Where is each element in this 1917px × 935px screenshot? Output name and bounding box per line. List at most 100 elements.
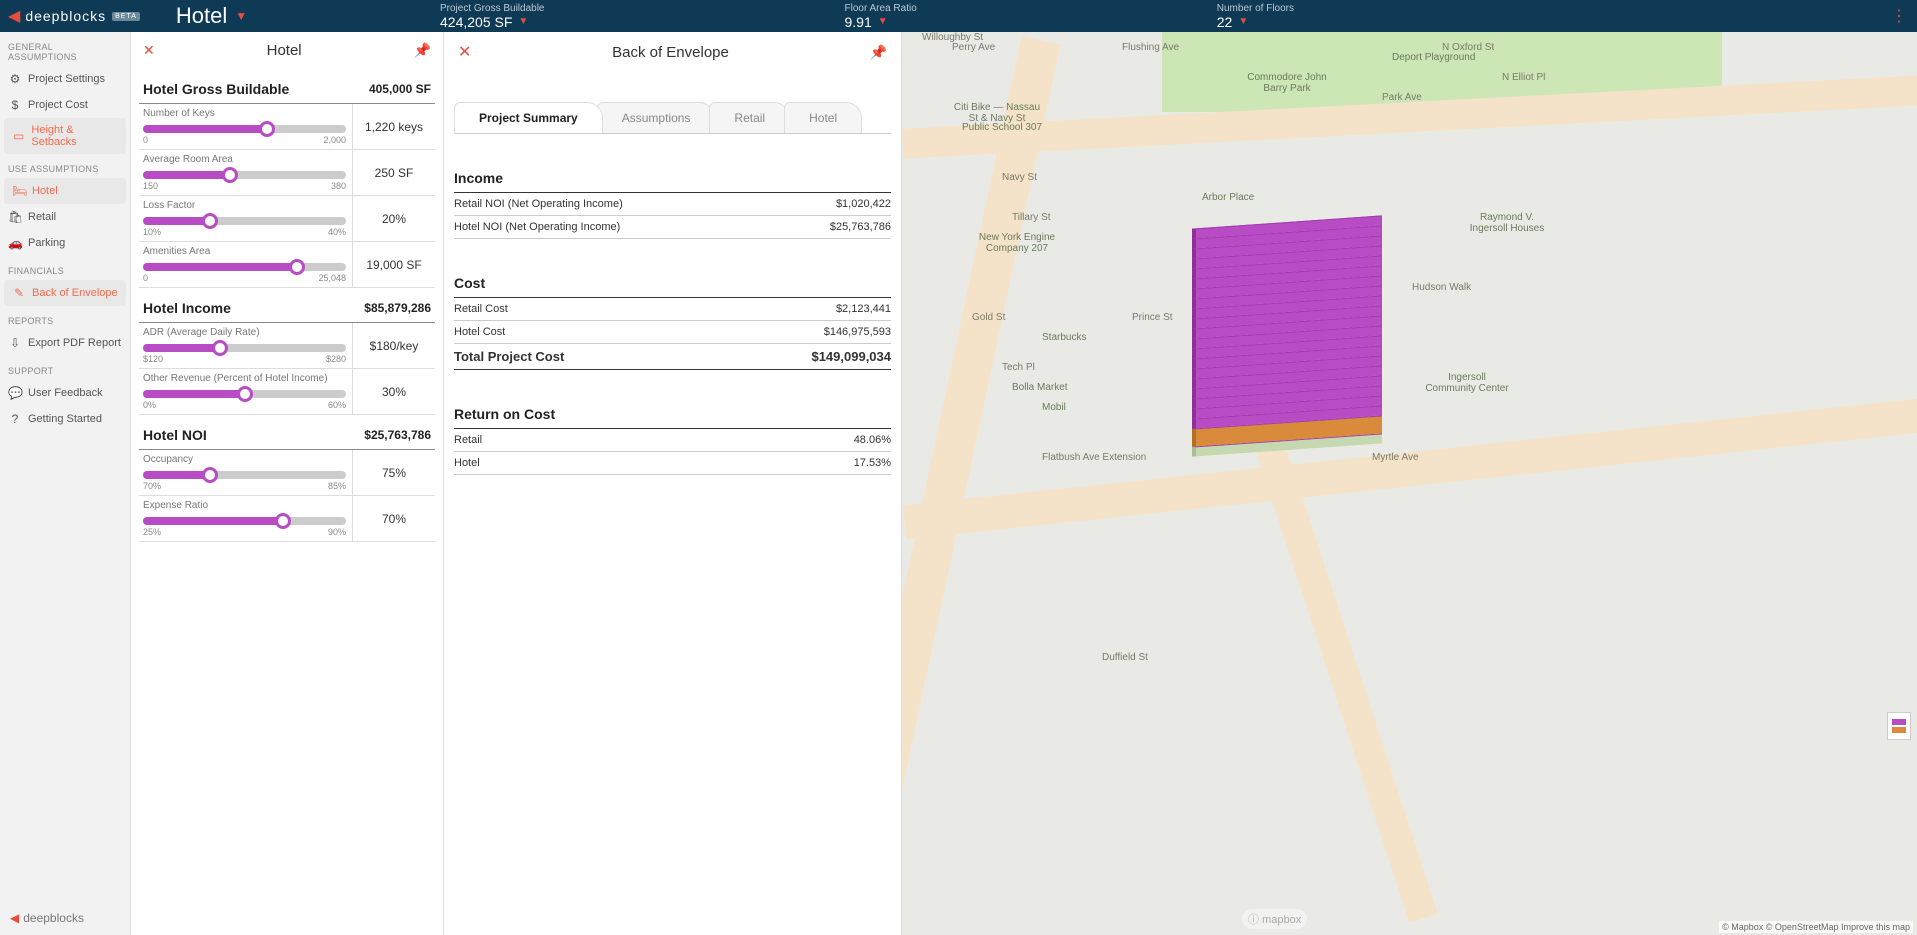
slider-track[interactable]	[143, 263, 346, 271]
slider-knob[interactable]	[237, 386, 253, 402]
section-name: Hotel NOI	[143, 427, 207, 443]
slider-track[interactable]	[143, 344, 346, 352]
tab-project-summary[interactable]: Project Summary	[454, 102, 603, 133]
row-label: Hotel NOI (Net Operating Income)	[454, 221, 620, 233]
slider-track[interactable]	[143, 390, 346, 398]
sidebar-item-label: Retail	[28, 211, 56, 223]
sidebar-item-back-of-envelope[interactable]: ✎Back of Envelope	[4, 280, 126, 306]
boe-row: Retail NOI (Net Operating Income)$1,020,…	[454, 193, 891, 216]
sidebar-item-label: Hotel	[32, 185, 58, 197]
project-selector[interactable]: Hotel ▼	[176, 3, 247, 29]
boe-row: Hotel Cost $146,975,593	[454, 321, 891, 344]
slider-label: Number of Keys	[143, 108, 346, 119]
metric-gross-buildable[interactable]: Project Gross Buildable 424,205 SF▼	[440, 3, 545, 30]
boe-panel: ✕ Back of Envelope 📌 Project SummaryAssu…	[444, 32, 902, 935]
building-3d-model[interactable]	[1192, 222, 1382, 450]
row-value: 17.53%	[854, 457, 891, 469]
slider-track[interactable]	[143, 217, 346, 225]
sidebar-item-label: Height & Setbacks	[31, 124, 118, 148]
pin-icon[interactable]: 📌	[414, 42, 431, 59]
slider-row: Number of Keys 02,000 1,220 keys	[139, 104, 435, 150]
slider-knob[interactable]	[289, 259, 305, 275]
slider-max: $280	[326, 354, 346, 364]
sidebar-item-height-setbacks[interactable]: ▭Height & Setbacks	[4, 118, 126, 154]
road-label: Flatbush Ave Extension	[1042, 452, 1146, 463]
sidebar-icon: ?	[8, 412, 22, 426]
kebab-menu-icon[interactable]: ⋮	[1891, 6, 1907, 26]
app-header: ◀ deepblocks BETA Hotel ▼ Project Gross …	[0, 0, 1917, 32]
slider-knob[interactable]	[202, 213, 218, 229]
logo[interactable]: ◀ deepblocks BETA	[8, 6, 140, 26]
tab-hotel[interactable]: Hotel	[784, 102, 862, 133]
sidebar-item-retail[interactable]: 🛍Retail	[0, 204, 130, 230]
mapbox-logo[interactable]: ⓘ mapbox	[1242, 909, 1307, 929]
sidebar-item-parking[interactable]: 🚗Parking	[0, 230, 130, 256]
section-heading: Hotel NOI$25,763,786	[139, 415, 435, 450]
slider-row: Occupancy 70%85% 75%	[139, 450, 435, 496]
sidebar-item-project-cost[interactable]: $Project Cost	[0, 92, 130, 118]
slider-track[interactable]	[143, 517, 346, 525]
slider-min: 0	[143, 135, 148, 145]
section-value: $85,879,286	[364, 301, 431, 315]
sidebar-item-export-pdf-report[interactable]: ⇩ Export PDF Report	[0, 330, 130, 356]
metric-far[interactable]: Floor Area Ratio 9.91▼	[845, 3, 917, 30]
sidebar-footer-logo[interactable]: ◀ deepblocks	[0, 901, 130, 935]
slider-track[interactable]	[143, 171, 346, 179]
boe-row: Retail Cost$2,123,441	[454, 298, 891, 321]
boe-row: Hotel NOI (Net Operating Income) $25,763,…	[454, 216, 891, 239]
row-value: $1,020,422	[836, 198, 891, 210]
slider-min: 25%	[143, 527, 161, 537]
close-icon[interactable]: ✕	[143, 42, 155, 59]
footer-logo-text: deepblocks	[23, 911, 84, 925]
slider-knob[interactable]	[222, 167, 238, 183]
sidebar-item-label: Export PDF Report	[28, 337, 121, 349]
row-value: $146,975,593	[824, 326, 891, 338]
logo-icon: ◀	[8, 6, 21, 26]
sidebar-item-hotel[interactable]: 🛏 Hotel	[4, 178, 126, 204]
slider-min: 150	[143, 181, 158, 191]
sidebar-section-support: SUPPORT	[0, 356, 130, 380]
boe-row: Hotel17.53%	[454, 452, 891, 475]
sidebar-item-project-settings[interactable]: ⚙Project Settings	[0, 66, 130, 92]
poi-label: Bolla Market	[1012, 382, 1068, 393]
slider-max: 85%	[328, 481, 346, 491]
pin-icon[interactable]: 📌	[870, 44, 887, 61]
slider-label: Occupancy	[143, 454, 346, 465]
slider-knob[interactable]	[275, 513, 291, 529]
sidebar-icon: ⇩	[8, 336, 22, 350]
sidebar-icon: 🛏	[12, 184, 26, 198]
slider-value: 30%	[353, 369, 435, 414]
metric-label: Project Gross Buildable	[440, 3, 545, 14]
slider-max: 380	[331, 181, 346, 191]
slider-track[interactable]	[143, 125, 346, 133]
slider-knob[interactable]	[259, 121, 275, 137]
sidebar-item-getting-started[interactable]: ?Getting Started	[0, 406, 130, 432]
tab-retail[interactable]: Retail	[709, 102, 790, 133]
poi-label: Raymond V. Ingersoll Houses	[1462, 212, 1552, 234]
boe-panel-header: ✕ Back of Envelope 📌	[454, 32, 891, 72]
slider-knob[interactable]	[212, 340, 228, 356]
map-3d-view[interactable]: Flushing AvePark AveTillary StMyrtle Ave…	[902, 32, 1917, 935]
map-attribution[interactable]: © Mapbox © OpenStreetMap Improve this ma…	[1719, 921, 1913, 933]
slider-knob[interactable]	[202, 467, 218, 483]
slider-max: 40%	[328, 227, 346, 237]
poi-label: Commodore John Barry Park	[1242, 72, 1332, 94]
metric-floors[interactable]: Number of Floors 22▼	[1217, 3, 1294, 30]
slider-row: Amenities Area 025,048 19,000 SF	[139, 242, 435, 288]
sidebar-icon: 🚗	[8, 236, 22, 250]
poi-label: Public School 307	[962, 122, 1042, 133]
section-name: Hotel Gross Buildable	[143, 81, 289, 97]
chevron-down-icon: ▼	[1238, 16, 1248, 27]
sidebar-item-user-feedback[interactable]: 💬User Feedback	[0, 380, 130, 406]
road	[903, 399, 1917, 539]
chevron-down-icon: ▼	[878, 16, 888, 27]
row-label: Hotel Cost	[454, 326, 505, 338]
slider-fill	[143, 263, 297, 271]
row-value: $25,763,786	[830, 221, 891, 233]
tab-assumptions[interactable]: Assumptions	[597, 102, 716, 133]
poi-label: New York Engine Company 207	[972, 232, 1062, 254]
map-legend[interactable]	[1887, 712, 1911, 740]
sidebar-icon: 💬	[8, 386, 22, 400]
close-icon[interactable]: ✕	[458, 42, 471, 62]
slider-track[interactable]	[143, 471, 346, 479]
